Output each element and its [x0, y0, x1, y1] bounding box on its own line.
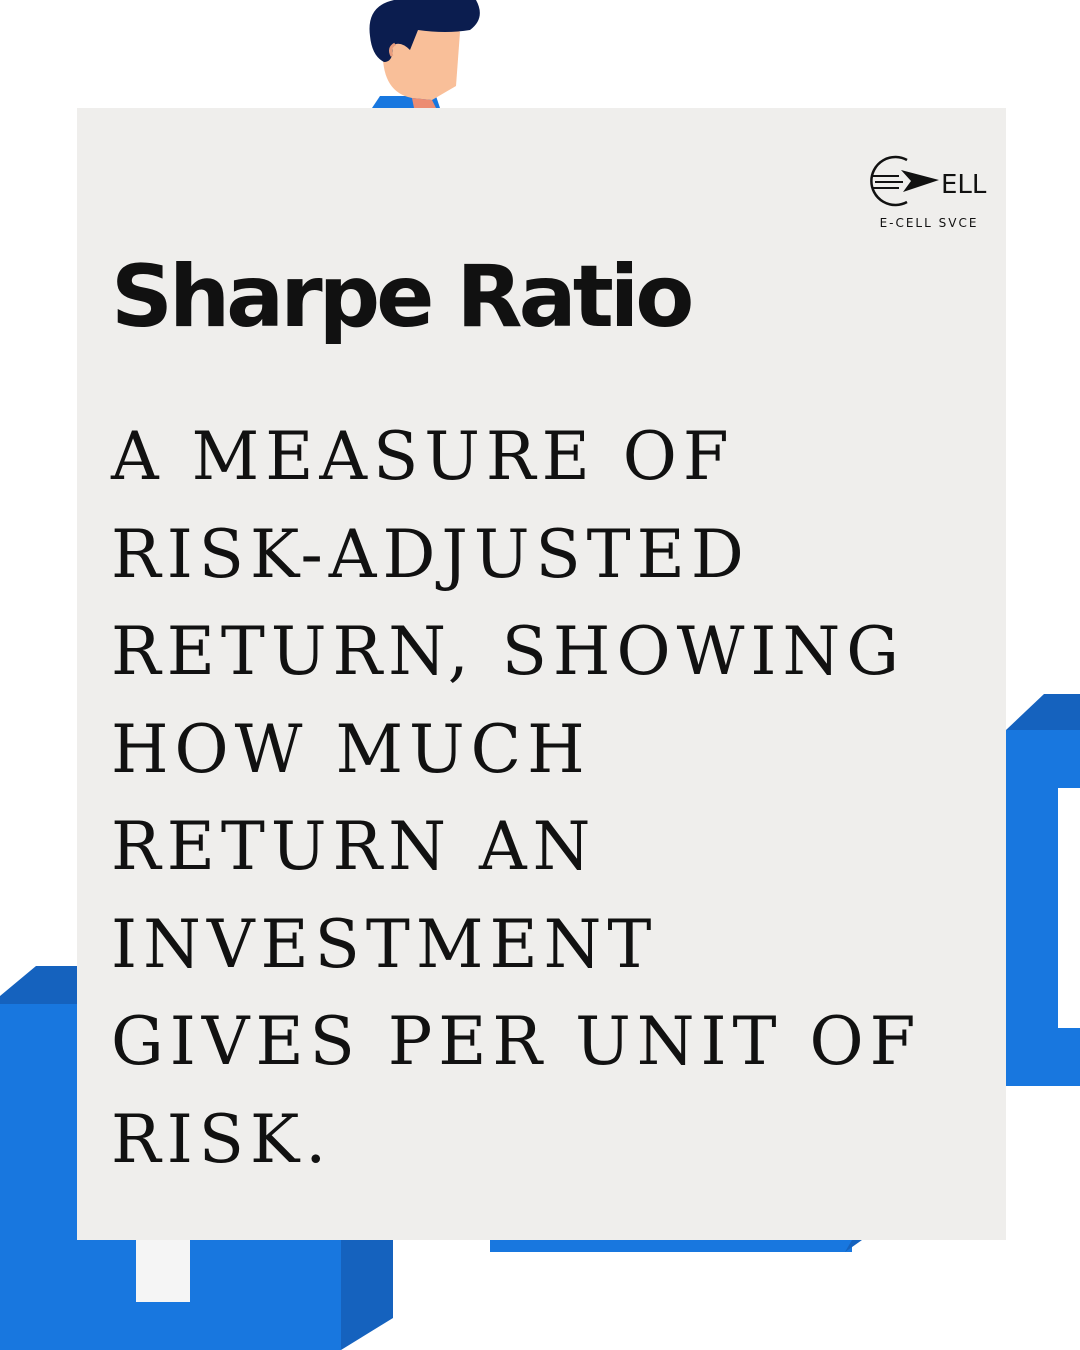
ecell-logo: ELL E-CELL SVCE: [863, 150, 995, 242]
person-illustration: [369, 0, 480, 108]
definition-line: INVESTMENT: [111, 905, 658, 983]
ecell-logo-mark: ELL: [870, 155, 987, 207]
definition-text: A MEASURE OF RISK-ADJUSTED RETURN, SHOWI…: [111, 408, 991, 1188]
svg-text:ELL: ELL: [941, 170, 987, 200]
definition-line: RISK.: [111, 1100, 333, 1178]
right-block-illustration: [1006, 694, 1080, 1086]
page-title: Sharpe Ratio: [111, 247, 694, 347]
content-card: ELL E-CELL SVCE Sharpe Ratio A MEASURE O…: [77, 108, 1006, 1240]
bottom-block-illustration: [490, 1240, 862, 1252]
definition-line: RETURN, SHOWING: [111, 613, 905, 690]
definition-line: RISK-ADJUSTED: [111, 515, 750, 593]
definition-line: HOW MUCH: [111, 710, 591, 788]
logo-caption: E-CELL SVCE: [879, 216, 979, 230]
definition-line: GIVES PER UNIT OF: [111, 1003, 922, 1080]
definition-line: A MEASURE OF: [111, 418, 735, 495]
definition-line: RETURN AN: [111, 808, 597, 885]
